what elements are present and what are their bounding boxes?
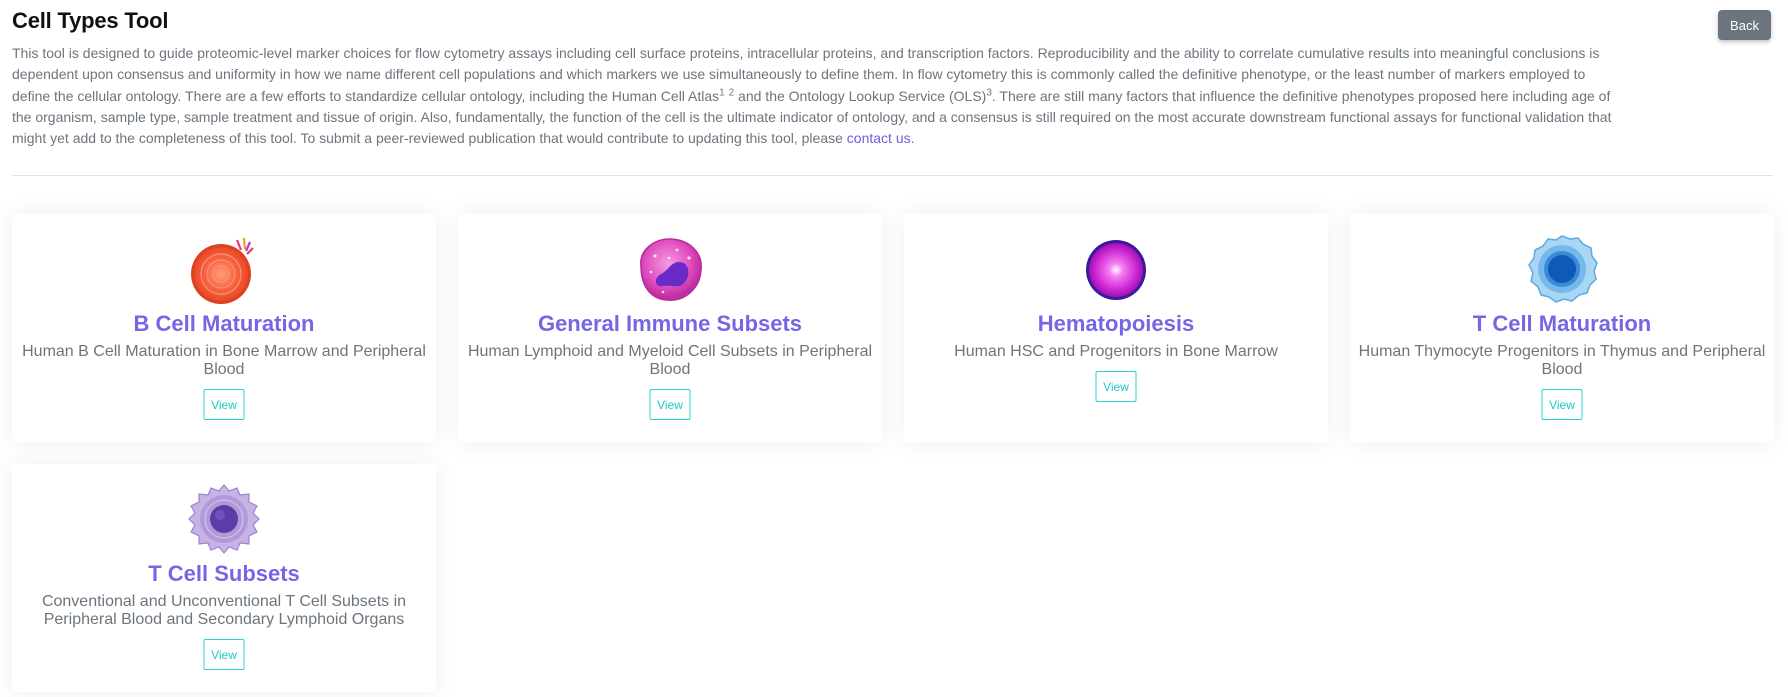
card-description: Human B Cell Maturation in Bone Marrow a… (22, 343, 426, 378)
card-title[interactable]: T Cell Subsets (12, 561, 436, 587)
card-description: Human Lymphoid and Myeloid Cell Subsets … (467, 343, 873, 378)
view-button[interactable]: View (649, 389, 691, 420)
view-button[interactable]: View (1541, 389, 1583, 420)
t-cell-icon (188, 484, 260, 554)
back-button[interactable]: Back (1718, 10, 1771, 40)
divider (12, 175, 1773, 176)
intro-text: This tool is designed to guide proteomic… (12, 43, 1612, 149)
view-button[interactable]: View (1095, 371, 1137, 402)
card-title[interactable]: General Immune Subsets (458, 311, 882, 337)
contact-us-link[interactable]: contact us (847, 130, 911, 146)
card-description: Conventional and Unconventional T Cell S… (41, 593, 407, 628)
card-hematopoiesis: Hematopoiesis Human HSC and Progenitors … (904, 214, 1328, 442)
neutrophil-icon (640, 238, 702, 301)
card-description: Human HSC and Progenitors in Bone Marrow (954, 343, 1278, 360)
page-title: Cell Types Tool (12, 8, 169, 33)
view-button[interactable]: View (203, 389, 245, 420)
view-button[interactable]: View (203, 639, 245, 670)
intro-end: . (910, 130, 915, 147)
stem-cell-icon (1086, 240, 1146, 300)
reference-1-link[interactable]: 1 (719, 87, 725, 98)
card-t-cell-maturation: T Cell Maturation Human Thymocyte Progen… (1350, 214, 1774, 442)
card-t-cell-subsets: T Cell Subsets Conventional and Unconven… (12, 464, 436, 692)
card-title[interactable]: B Cell Maturation (12, 311, 436, 337)
card-general-immune-subsets: General Immune Subsets Human Lymphoid an… (458, 214, 882, 442)
intro-part-2: and the Ontology Lookup Service (OLS) (734, 87, 987, 104)
card-title[interactable]: T Cell Maturation (1350, 311, 1774, 337)
card-b-cell-maturation: B Cell Maturation Human B Cell Maturatio… (12, 214, 436, 442)
thymocyte-icon (1528, 235, 1598, 303)
b-cell-icon (191, 237, 254, 304)
card-description: Human Thymocyte Progenitors in Thymus an… (1358, 343, 1766, 378)
card-title[interactable]: Hematopoiesis (904, 311, 1328, 337)
